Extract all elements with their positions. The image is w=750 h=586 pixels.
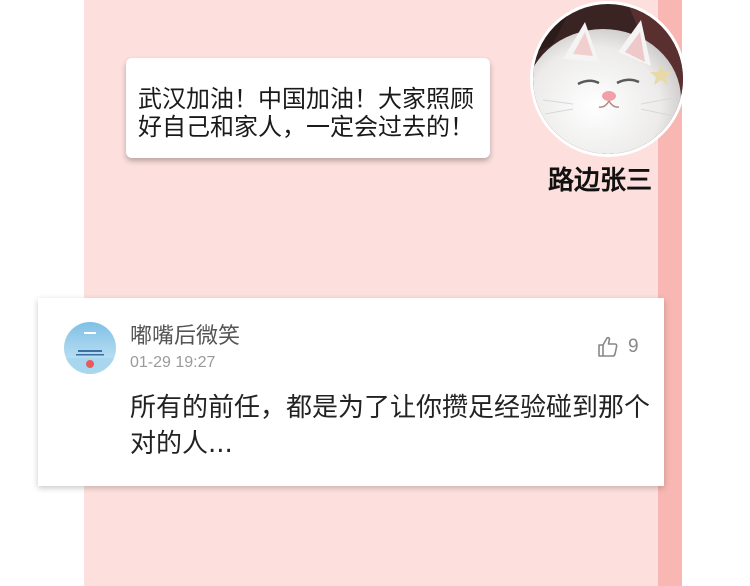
user-avatar-image <box>64 322 116 374</box>
comment-card: 嘟嘴后微笑 01-29 19:27 9 所有的前任，都是为了让你攒足经验碰到那个… <box>38 298 664 486</box>
comment-timestamp: 01-29 19:27 <box>130 354 216 371</box>
comic-comment-view: 武汉加油！中国加油！大家照顾好自己和家人，一定会过去的！ 路边张三 嘟嘴后微笑 … <box>0 0 750 586</box>
thumbs-up-icon <box>598 336 618 357</box>
like-button[interactable]: 9 <box>596 334 639 360</box>
user-avatar[interactable] <box>64 322 116 374</box>
like-count: 9 <box>628 336 639 357</box>
cat-avatar <box>533 4 683 154</box>
cat-avatar-image <box>533 4 683 154</box>
speech-bubble-text: 武汉加油！中国加油！大家照顾好自己和家人，一定会过去的！ <box>138 85 474 141</box>
comment-username[interactable]: 嘟嘴后微笑 <box>130 318 240 350</box>
speech-bubble: 武汉加油！中国加油！大家照顾好自己和家人，一定会过去的！ <box>126 58 490 158</box>
comment-text: 所有的前任，都是为了让你攒足经验碰到那个对的人... <box>130 393 651 459</box>
character-name: 路边张三 <box>548 166 653 196</box>
